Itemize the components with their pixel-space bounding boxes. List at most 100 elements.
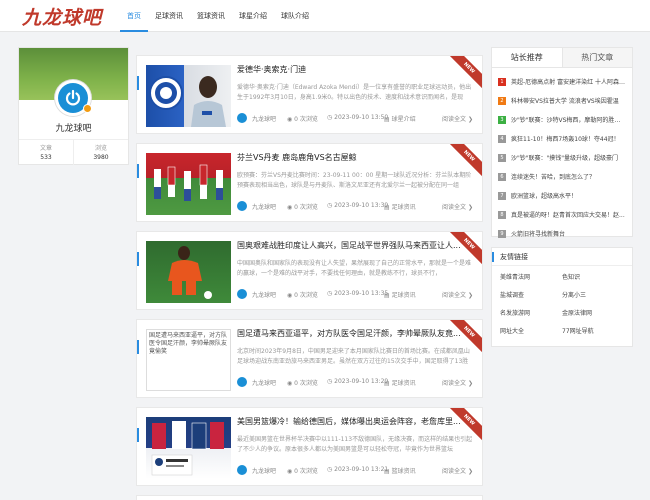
friend-link[interactable]: 77网址导航 <box>562 323 624 341</box>
rank-item[interactable]: 9 火箭旧将寻找新舞台 <box>498 224 626 243</box>
article-date: ◷ 2023-09-10 13:29 <box>327 378 389 385</box>
article-card[interactable] <box>136 495 483 500</box>
author-avatar-icon <box>237 289 247 299</box>
read-more-link[interactable]: 阅读全文 ❯ <box>442 290 473 299</box>
article-thumbnail[interactable] <box>146 417 231 479</box>
friend-link[interactable]: 盐城调查 <box>500 287 562 305</box>
article-title[interactable]: 美国男篮爆冷！输给德国后，媒体曝出奥运会阵容，老詹库里... <box>237 416 472 427</box>
rank-item[interactable]: 1 英超-厄德高点射 富安建洋染红 十人阿森纳1-0 <box>498 72 626 91</box>
nav-home[interactable]: 首页 <box>120 0 148 32</box>
stat-views: 浏览 3980 <box>73 140 128 165</box>
article-author[interactable]: 九龙球吧 <box>237 201 276 211</box>
article-views: ◉ 0 次浏览 <box>287 468 318 475</box>
article-meta: 九龙球吧 ◉ 0 次浏览 ◷ 2023-09-10 13:39 ▤ 足球资讯 阅… <box>237 201 473 211</box>
article-card[interactable]: 国足遭马来西亚逼平，对方队医令国足汗颜，李帅晕厥队友竟偷笑 国足遭马来西亚逼平，… <box>136 319 483 398</box>
site-logo[interactable]: 九龙球吧 <box>22 3 102 30</box>
recommend-box: 站长推荐 热门文章 1 英超-厄德高点射 富安建洋染红 十人阿森纳1-0 2 科林蒂… <box>491 47 633 238</box>
rank-item[interactable]: 6 连续迷失！苦哈，到底怎么了？ <box>498 167 626 186</box>
article-excerpt: 中国国奥队和国家队的表现没有让人失望，果然展现了自己的正常水平，那就是一个是难的… <box>237 260 472 277</box>
rank-number: 3 <box>498 115 506 124</box>
article-category[interactable]: ▤ 足球资讯 <box>384 202 416 211</box>
rank-item[interactable]: 4 疯狂11-10！梅西7场轰10球！夺44冠！ <box>498 129 626 148</box>
friend-links-box: 友情链接 美维青法网 色知识 盐城调查 分离小三 名发旅游网 金原法律网 网址大… <box>491 247 633 347</box>
rank-item[interactable]: 7 欧洲篮球，超级高水平！ <box>498 186 626 205</box>
rank-number: 9 <box>498 229 506 238</box>
article-author[interactable]: 九龙球吧 <box>237 377 276 387</box>
friend-link[interactable]: 美维青法网 <box>500 269 562 287</box>
friend-link[interactable]: 分离小三 <box>562 287 624 305</box>
article-thumbnail[interactable] <box>146 65 231 127</box>
read-more-link[interactable]: 阅读全文 ❯ <box>442 114 473 123</box>
stat-articles-label: 文章 <box>39 145 52 152</box>
article-excerpt: 爱德华·奥索克·门迪（Edward Azoka Mendi）是一位享有盛誉的职业… <box>237 84 472 101</box>
site-header: 九龙球吧 首页 足球资讯 篮球资讯 球星介绍 球队介绍 <box>0 0 650 32</box>
article-views: ◉ 0 次浏览 <box>287 204 318 211</box>
article-category[interactable]: ▤ 足球资讯 <box>384 378 416 387</box>
rank-item[interactable]: 2 科林蒂安VS拉普大学 流浪者VS埃因霍温 <box>498 91 626 110</box>
profile-card: 九龙球吧 文章 533 浏览 3980 <box>18 47 129 165</box>
article-date: ◷ 2023-09-10 13:39 <box>327 202 389 209</box>
article-thumbnail[interactable]: 国足遭马来西亚逼平，对方队医令国足汗颜，李帅晕厥队友竟偷笑 <box>146 329 231 391</box>
article-author[interactable]: 九龙球吧 <box>237 289 276 299</box>
friend-link[interactable]: 网址大全 <box>500 323 562 341</box>
article-views: ◉ 0 次浏览 <box>287 116 318 123</box>
article-thumbnail[interactable] <box>146 153 231 215</box>
author-avatar-icon <box>237 377 247 387</box>
rank-item[interactable]: 3 沙"钞"联赛：沙特VS梅西，摩勒阿的胜利！ <box>498 110 626 129</box>
broken-image-alt-text: 国足遭马来西亚逼平，对方队医令国足汗颜，李帅晕厥队友竟偷笑 <box>149 332 228 355</box>
rank-item[interactable]: 5 沙"钞"联赛："摸钱"量级升级，超级豪门 <box>498 148 626 167</box>
profile-name: 九龙球吧 <box>55 124 92 134</box>
friend-link[interactable]: 金原法律网 <box>562 305 624 323</box>
article-card[interactable]: 芬兰VS丹麦 鹿岛鹿角VS名古屋鲸 欧预赛：芬兰VS丹麦比赛时间：23-09-1… <box>136 143 483 222</box>
rank-number: 6 <box>498 172 506 181</box>
article-title[interactable]: 爱德华·奥索克·门迪 <box>237 64 472 75</box>
article-views: ◉ 0 次浏览 <box>287 380 318 387</box>
rank-number: 8 <box>498 210 506 219</box>
article-views: ◉ 0 次浏览 <box>287 292 318 299</box>
stat-views-label: 浏览 <box>94 145 107 152</box>
author-avatar-icon <box>237 465 247 475</box>
article-meta: 九龙球吧 ◉ 0 次浏览 ◷ 2023-09-10 13:50 ▤ 球星介绍 阅… <box>237 113 473 123</box>
article-title[interactable]: 芬兰VS丹麦 鹿岛鹿角VS名古屋鲸 <box>237 152 472 163</box>
rank-item[interactable]: 8 真是被逼的呀！赵青首次回应大交易！赵... <box>498 205 626 224</box>
article-category[interactable]: ▤ 球星介绍 <box>384 114 416 123</box>
friend-links-grid: 美维青法网 色知识 盐城调查 分离小三 名发旅游网 金原法律网 网址大全 77网… <box>492 266 632 344</box>
article-date: ◷ 2023-09-10 13:50 <box>327 114 389 121</box>
article-meta: 九龙球吧 ◉ 0 次浏览 ◷ 2023-09-10 13:29 ▤ 足球资讯 阅… <box>237 377 473 387</box>
nav-stars[interactable]: 球星介绍 <box>232 0 274 32</box>
stat-views-value: 3980 <box>93 154 109 161</box>
article-card[interactable]: 美国男篮爆冷！输给德国后，媒体曝出奥运会阵容，老詹库里... 最近美国男篮在世界… <box>136 407 483 486</box>
article-title[interactable]: 国奥艰难战胜印度让人高兴，国足战平世界强队马来西亚让人... <box>237 240 472 251</box>
article-category[interactable]: ▤ 篮球资讯 <box>384 466 416 475</box>
stat-articles-value: 533 <box>40 154 52 161</box>
article-meta: 九龙球吧 ◉ 0 次浏览 ◷ 2023-09-10 13:21 ▤ 篮球资讯 阅… <box>237 465 473 475</box>
article-category[interactable]: ▤ 足球资讯 <box>384 290 416 299</box>
article-thumbnail[interactable] <box>146 241 231 303</box>
read-more-link[interactable]: 阅读全文 ❯ <box>442 202 473 211</box>
article-card[interactable]: 爱德华·奥索克·门迪 爱德华·奥索克·门迪（Edward Azoka Mendi… <box>136 55 483 134</box>
sidebar-tabs: 站长推荐 热门文章 <box>492 48 632 68</box>
article-excerpt: 北京时间2023年9月8日，中国男足迎来了本月国家队比赛日的首场比赛。在成都凤凰… <box>237 348 470 365</box>
tab-recommended[interactable]: 站长推荐 <box>492 48 562 67</box>
friend-link[interactable]: 名发旅游网 <box>500 305 562 323</box>
friend-link[interactable]: 色知识 <box>562 269 624 287</box>
article-card[interactable]: 国奥艰难战胜印度让人高兴，国足战平世界强队马来西亚让人... 中国国奥队和国家队… <box>136 231 483 310</box>
author-avatar-icon <box>237 201 247 211</box>
nav-basketball-news[interactable]: 篮球资讯 <box>190 0 232 32</box>
nav-teams[interactable]: 球队介绍 <box>274 0 316 32</box>
rank-number: 2 <box>498 96 506 105</box>
stat-articles: 文章 533 <box>19 140 73 165</box>
read-more-link[interactable]: 阅读全文 ❯ <box>442 466 473 475</box>
profile-stats: 文章 533 浏览 3980 <box>19 139 128 165</box>
nav-football-news[interactable]: 足球资讯 <box>148 0 190 32</box>
tab-popular[interactable]: 热门文章 <box>561 48 632 67</box>
rank-list: 1 英超-厄德高点射 富安建洋染红 十人阿森纳1-0 2 科林蒂安VS拉普大学 流浪… <box>492 68 632 247</box>
article-author[interactable]: 九龙球吧 <box>237 465 276 475</box>
article-title[interactable]: 国足遭马来西亚逼平，对方队医令国足汗颜，李帅晕厥队友竟... <box>237 328 472 339</box>
article-date: ◷ 2023-09-10 13:21 <box>327 466 389 473</box>
article-meta: 九龙球吧 ◉ 0 次浏览 ◷ 2023-09-10 13:35 ▤ 足球资讯 阅… <box>237 289 473 299</box>
rank-number: 7 <box>498 191 506 200</box>
rank-number: 4 <box>498 134 506 143</box>
article-author[interactable]: 九龙球吧 <box>237 113 276 123</box>
read-more-link[interactable]: 阅读全文 ❯ <box>442 378 473 387</box>
